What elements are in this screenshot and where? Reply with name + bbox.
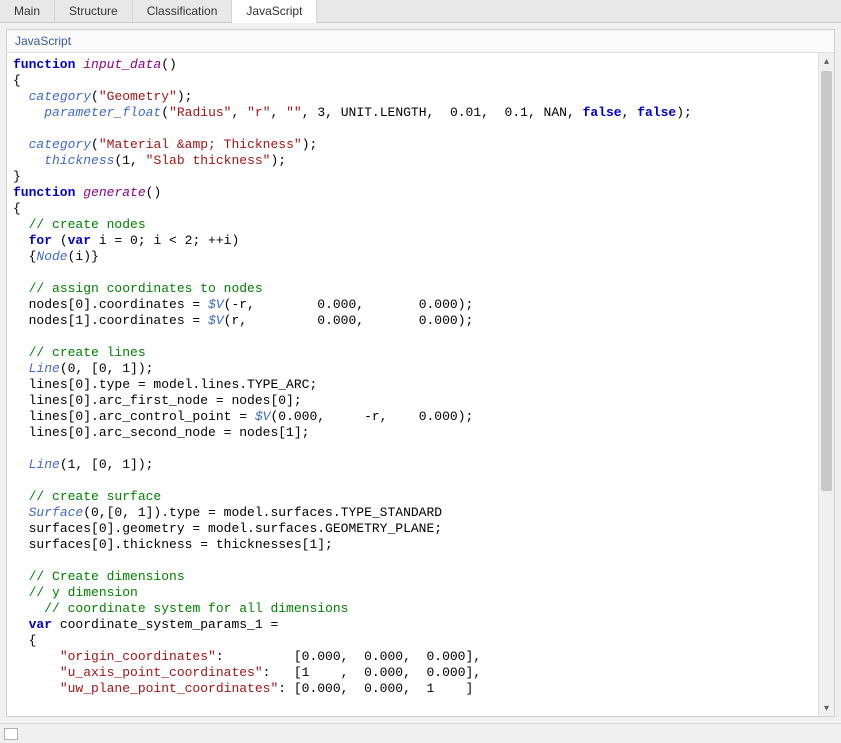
code-wrap: function input_data() { category("Geomet… bbox=[7, 53, 834, 716]
code-panel: JavaScript function input_data() { categ… bbox=[6, 29, 835, 717]
tab-structure[interactable]: Structure bbox=[55, 0, 133, 22]
code-editor[interactable]: function input_data() { category("Geomet… bbox=[7, 53, 818, 716]
footer-bar bbox=[0, 723, 841, 743]
scroll-up-icon[interactable]: ▴ bbox=[819, 53, 834, 69]
vertical-scrollbar[interactable]: ▴ ▾ bbox=[818, 53, 834, 716]
tab-bar: Main Structure Classification JavaScript bbox=[0, 0, 841, 23]
tab-javascript[interactable]: JavaScript bbox=[232, 0, 317, 23]
scroll-down-icon[interactable]: ▾ bbox=[819, 700, 834, 716]
footer-icon[interactable] bbox=[4, 728, 18, 740]
scroll-thumb[interactable] bbox=[821, 71, 832, 491]
tab-classification[interactable]: Classification bbox=[133, 0, 233, 22]
tab-main[interactable]: Main bbox=[0, 0, 55, 22]
panel-label: JavaScript bbox=[7, 30, 834, 53]
